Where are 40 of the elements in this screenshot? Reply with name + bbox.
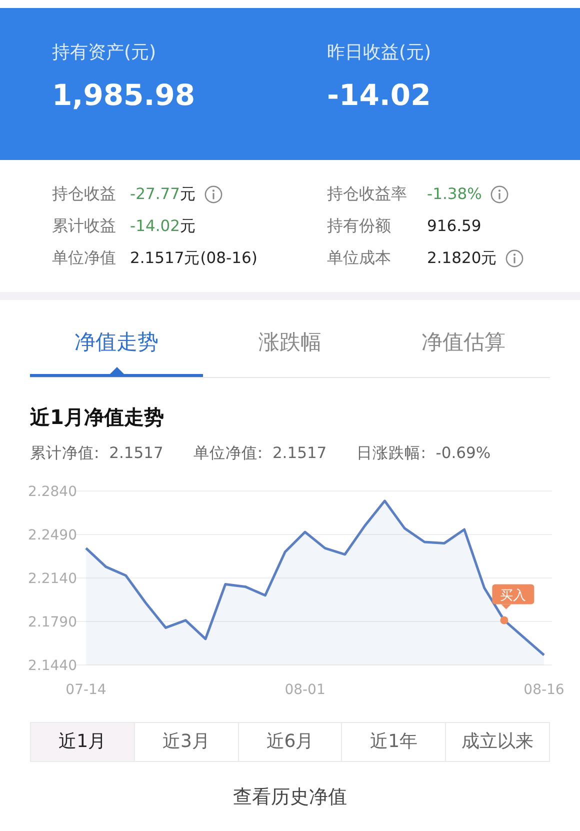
info-icon[interactable] — [204, 184, 223, 204]
axis-label: 08-01 — [284, 682, 326, 698]
axis-label: 07-14 — [66, 682, 106, 698]
axis-label: 2.1790 — [28, 614, 77, 630]
axis-label: 2.2140 — [28, 571, 77, 587]
axis-label: 2.2840 — [28, 484, 77, 500]
detail-value: -27.77 — [130, 185, 180, 203]
summary-value: 1,985.98 — [52, 78, 196, 112]
nav-stat: 日涨跌幅: -0.69% — [356, 443, 491, 464]
unit-label: 元 — [180, 184, 196, 204]
period-tab[interactable]: 近1月 — [31, 723, 134, 761]
axis-label: 08-16 — [524, 682, 564, 698]
chart-tab[interactable]: 净值估算 — [376, 310, 550, 377]
chart-tab[interactable]: 净值走势 — [30, 310, 204, 377]
detail-value: 2.1820元 — [427, 248, 498, 268]
buy-marker — [500, 616, 508, 624]
detail-label: 单位净值 — [52, 248, 117, 268]
detail-label: 持仓收益 — [52, 184, 117, 204]
axis-label: 2.1440 — [28, 658, 77, 674]
detail-label: 单位成本 — [327, 248, 392, 268]
section-title: 近1月净值走势 — [29, 404, 165, 431]
summary-label: 昨日收益(元) — [327, 41, 432, 64]
detail-value: -14.02 — [130, 217, 180, 235]
nav-stat: 单位净值: 2.1517 — [193, 443, 327, 464]
summary-label: 持有资产(元) — [52, 41, 158, 64]
info-icon[interactable] — [505, 248, 524, 268]
history-link[interactable]: 查看历史净值 — [233, 784, 347, 810]
detail-value: -1.38% — [427, 185, 482, 203]
detail-value: 916.59 — [427, 217, 482, 235]
info-icon[interactable] — [490, 184, 509, 204]
unit-label: 元 — [180, 216, 196, 236]
detail-value: 2.1517元(08-16) — [130, 248, 258, 268]
annotation: 买入 — [500, 588, 526, 604]
detail-label: 持有份额 — [327, 216, 392, 236]
nav-stat: 累计净值: 2.1517 — [30, 443, 164, 464]
axis-label: 2.2490 — [28, 528, 77, 544]
detail-label: 累计收益 — [52, 216, 117, 236]
summary-value: -14.02 — [327, 78, 432, 112]
chart-tab[interactable]: 涨跌幅 — [203, 310, 377, 377]
detail-label: 持仓收益率 — [327, 184, 408, 204]
